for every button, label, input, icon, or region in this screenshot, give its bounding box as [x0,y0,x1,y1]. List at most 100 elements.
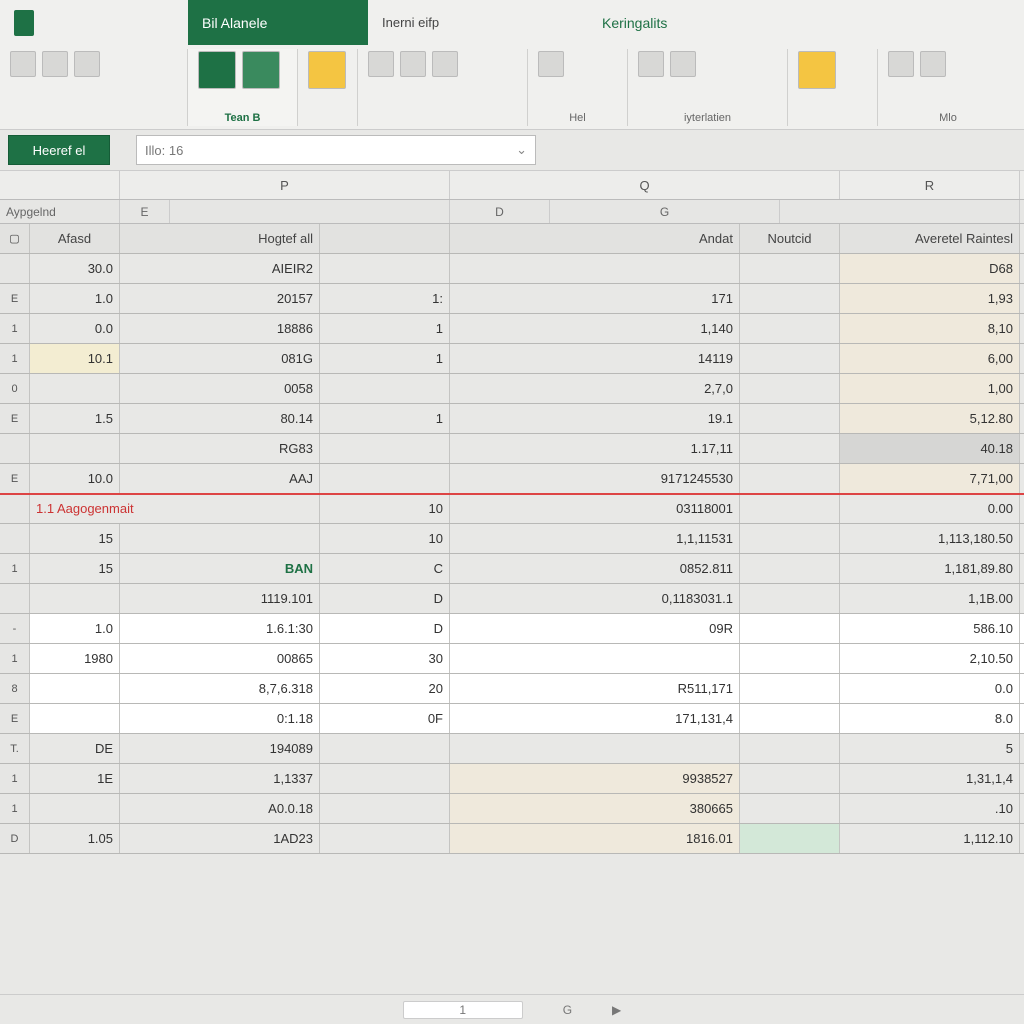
cell-c[interactable]: 0F [320,704,450,733]
cell-b[interactable]: AIEIR2 [120,254,320,283]
cell-f[interactable]: 1,112.10 [840,824,1020,853]
scroll-right-arrow[interactable]: ▶ [612,1003,621,1017]
subcol-f[interactable] [780,200,1020,223]
cell-a[interactable]: 1.5 [30,404,120,433]
row-number[interactable]: D [0,824,30,853]
cell-b[interactable]: 80.14 [120,404,320,433]
cell-c[interactable] [320,764,450,793]
cell-d[interactable]: 171 [450,284,740,313]
cell-e[interactable] [740,284,840,313]
cell-c[interactable] [320,254,450,283]
cell-d[interactable]: 0852.811 [450,554,740,583]
hdr-col-e[interactable]: Noutcid [740,224,840,253]
cell-a[interactable] [30,434,120,463]
hdr-rowhead[interactable]: ▢ [0,224,30,253]
cell-b[interactable]: 1119.101 [120,584,320,613]
app-menu-tab[interactable] [0,0,48,45]
status-page[interactable]: 1 [403,1001,523,1019]
cell-d[interactable]: 1816.01 [450,824,740,853]
cell-f[interactable]: 1,93 [840,284,1020,313]
cell-a[interactable]: 10.0 [30,464,120,493]
cell-c[interactable]: C [320,554,450,583]
cell-c[interactable]: 1 [320,344,450,373]
cell-e[interactable] [740,314,840,343]
cell-f[interactable]: .10 [840,794,1020,823]
cell-c[interactable]: 30 [320,644,450,673]
cell-e[interactable] [740,554,840,583]
cell-b[interactable]: 1AD23 [120,824,320,853]
cell-c[interactable]: 1 [320,314,450,343]
cell-d[interactable]: 9938527 [450,764,740,793]
hdr-col-d[interactable]: Andat [450,224,740,253]
pivot-icon[interactable] [242,51,280,89]
cell-b[interactable]: 0:1.18 [120,704,320,733]
table-icon[interactable] [198,51,236,89]
col-letter-p[interactable]: P [120,171,450,199]
cell-a[interactable]: 10.1 [30,344,120,373]
cell-f[interactable]: 8.0 [840,704,1020,733]
cell-b[interactable]: 081G [120,344,320,373]
cell-e[interactable] [740,494,840,523]
cell-f[interactable]: 1,31,1,4 [840,764,1020,793]
cell-b[interactable]: 00865 [120,644,320,673]
cell-c[interactable]: 1: [320,284,450,313]
cell-f[interactable]: 5 [840,734,1020,763]
col-letter-q[interactable]: Q [450,171,840,199]
row-number[interactable] [0,434,30,463]
cell-d[interactable]: 2,7,0 [450,374,740,403]
col-letter-r[interactable]: R [840,171,1020,199]
subcol-e[interactable]: G [550,200,780,223]
row-number[interactable]: T. [0,734,30,763]
cell-e[interactable] [740,704,840,733]
cell-a[interactable] [30,674,120,703]
cell-a[interactable] [30,374,120,403]
cell-e[interactable] [740,374,840,403]
cell-d[interactable]: 1,140 [450,314,740,343]
cell-e[interactable] [740,434,840,463]
cell-a[interactable]: 1.0 [30,614,120,643]
row-number[interactable]: 1 [0,314,30,343]
italic-icon[interactable] [400,51,426,77]
cell-a[interactable]: 1.05 [30,824,120,853]
chevron-down-icon[interactable]: ⌄ [516,142,527,158]
cell-d[interactable] [450,254,740,283]
tab-keywords[interactable]: Keringalits [588,0,728,45]
row-number[interactable]: E [0,284,30,313]
cell-d[interactable]: 1,1,11531 [450,524,740,553]
cell-e[interactable] [740,584,840,613]
cell-a[interactable]: DE [30,734,120,763]
cell-d[interactable]: 1.17,11 [450,434,740,463]
underline-icon[interactable] [432,51,458,77]
cell-d[interactable]: 14119 [450,344,740,373]
sort-icon[interactable] [638,51,664,77]
copy-icon[interactable] [74,51,100,77]
row-number[interactable]: 1 [0,554,30,583]
cell-a[interactable]: 30.0 [30,254,120,283]
highlight-icon[interactable] [308,51,346,89]
cell-a[interactable] [30,704,120,733]
cell-b[interactable] [120,524,320,553]
cell-e[interactable] [740,614,840,643]
cell-c[interactable] [320,794,450,823]
cell-b[interactable]: 194089 [120,734,320,763]
help-icon[interactable] [538,51,564,77]
cell-e[interactable] [740,644,840,673]
cell-d[interactable]: 09R [450,614,740,643]
cell-b[interactable]: 18886 [120,314,320,343]
cell-d[interactable]: 19.1 [450,404,740,433]
cell-f[interactable]: 5,12.80 [840,404,1020,433]
cell-f[interactable]: 586.10 [840,614,1020,643]
row-number[interactable]: E [0,404,30,433]
cell-c[interactable]: 20 [320,674,450,703]
cell-c[interactable]: D [320,614,450,643]
cell-e[interactable] [740,464,840,493]
row-number[interactable] [0,524,30,553]
cell-f[interactable]: 40.18 [840,434,1020,463]
cell-f[interactable]: 0.00 [840,494,1020,523]
cell-e[interactable] [740,254,840,283]
cell-a[interactable]: 1.1 Aagogenmait [30,494,320,523]
cell-a[interactable]: 15 [30,524,120,553]
cell-d[interactable]: 171,131,4 [450,704,740,733]
cell-d[interactable] [450,644,740,673]
cell-e[interactable] [740,824,840,853]
